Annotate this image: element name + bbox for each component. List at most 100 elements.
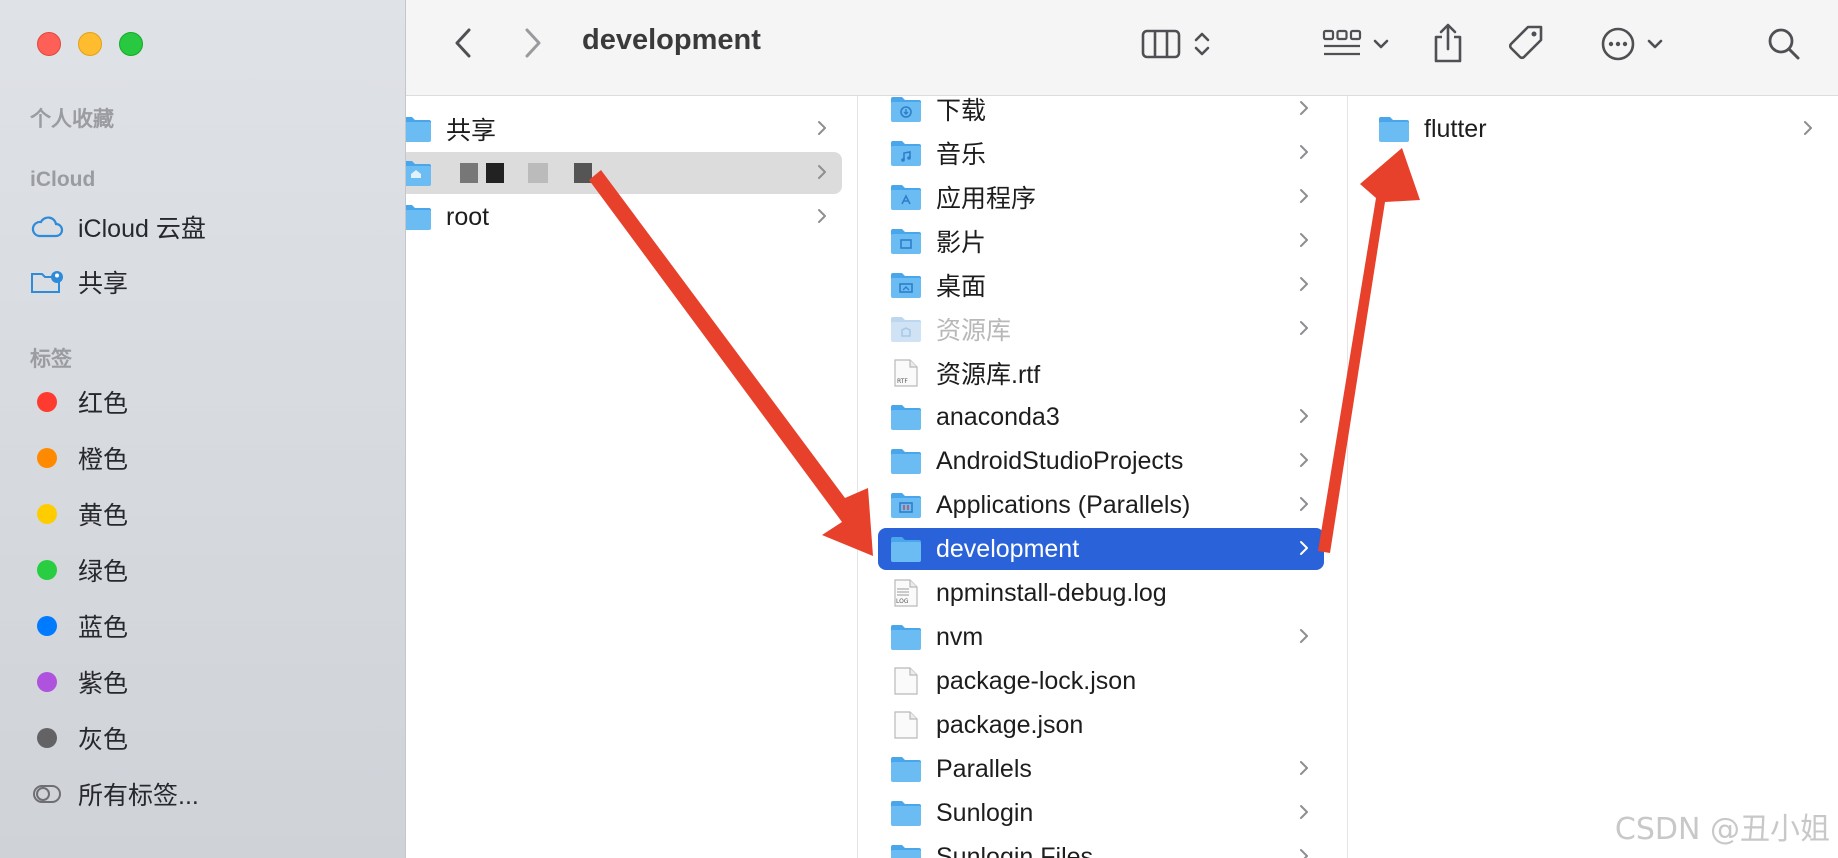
item-name: root xyxy=(446,202,490,231)
tag-color-dot-icon xyxy=(30,721,64,755)
chevron-right-icon xyxy=(1300,145,1308,159)
sidebar-tag-item[interactable]: 红色 xyxy=(30,380,370,424)
file-row[interactable]: LOG npminstall-debug.log xyxy=(878,572,1324,614)
tag-button[interactable] xyxy=(1504,20,1548,66)
zoom-window-button[interactable] xyxy=(119,32,143,56)
chevron-right-icon xyxy=(1300,761,1308,775)
item-name: package.json xyxy=(936,710,1084,739)
sidebar-item-label: 黄色 xyxy=(78,502,129,530)
item-name: nvm xyxy=(936,622,984,651)
folder-icon xyxy=(890,183,936,211)
folder-row[interactable]: Sunlogin Files xyxy=(878,836,1324,858)
sidebar-item-label: 紫色 xyxy=(78,670,129,698)
file-row[interactable]: package-lock.json xyxy=(878,660,1324,702)
folder-row[interactable]: AndroidStudioProjects xyxy=(878,440,1324,482)
sidebar-tag-item[interactable]: 灰色 xyxy=(30,716,370,760)
sidebar-item-label: 所有标签... xyxy=(78,782,199,810)
icloud-drive-icon xyxy=(30,210,64,244)
file-row[interactable]: package.json xyxy=(878,704,1324,746)
toolbar: development xyxy=(406,0,1838,96)
chevron-right-icon xyxy=(1300,233,1308,247)
folder-row[interactable]: 影片 xyxy=(878,220,1324,262)
folder-row[interactable]: anaconda3 xyxy=(878,396,1324,438)
folder-row[interactable]: Sunlogin xyxy=(878,792,1324,834)
chevron-right-icon xyxy=(1300,849,1308,858)
sidebar-section-favorites: 个人收藏 xyxy=(30,108,114,131)
item-name: 应用程序 xyxy=(936,185,1037,213)
group-button[interactable] xyxy=(1316,22,1396,66)
chevron-right-icon xyxy=(1300,453,1308,467)
browser-column-3: flutter xyxy=(1348,96,1838,858)
folder-row[interactable]: 应用程序 xyxy=(878,176,1324,218)
folder-row[interactable]: 资源库 xyxy=(878,308,1324,350)
ellipsis-circle-icon xyxy=(1601,27,1635,61)
document-icon: LOG xyxy=(890,578,936,608)
folder-icon xyxy=(890,403,936,431)
minimize-window-button[interactable] xyxy=(78,32,102,56)
watermark: CSDN @丑小姐 xyxy=(1614,812,1830,847)
share-button[interactable] xyxy=(1426,18,1470,68)
chevron-right-icon xyxy=(525,28,541,58)
sidebar-tag-item[interactable]: 橙色 xyxy=(30,436,370,480)
redacted-name xyxy=(460,163,592,183)
more-actions-button[interactable] xyxy=(1592,22,1672,66)
sidebar-item-label: 共享 xyxy=(78,270,129,298)
item-name: anaconda3 xyxy=(936,402,1060,431)
chevron-right-icon xyxy=(818,165,826,179)
folder-row[interactable]: Parallels xyxy=(878,748,1324,790)
folder-icon xyxy=(890,623,936,651)
sidebar-item-label: 绿色 xyxy=(78,558,129,586)
window-title: development xyxy=(582,24,761,56)
folder-row[interactable]: 下载 xyxy=(878,96,1324,130)
folder-row[interactable]: development xyxy=(878,528,1324,570)
folder-row[interactable] xyxy=(406,152,842,194)
chevron-down-icon xyxy=(1373,39,1389,49)
sidebar: 个人收藏 iCloud iCloud 云盘 共享 标签 红色 橙色 黄色 绿色 蓝色 紫色… xyxy=(0,0,406,858)
item-name: npminstall-debug.log xyxy=(936,578,1167,607)
sidebar-tag-item[interactable]: 紫色 xyxy=(30,660,370,704)
close-window-button[interactable] xyxy=(37,32,61,56)
group-grid-icon xyxy=(1322,29,1362,56)
tag-color-dot-icon xyxy=(30,497,64,531)
share-icon xyxy=(1434,23,1462,63)
folder-row[interactable]: 桌面 xyxy=(878,264,1324,306)
sidebar-tag-item[interactable]: 黄色 xyxy=(30,492,370,536)
file-row[interactable]: RTF 资源库.rtf xyxy=(878,352,1324,394)
chevron-left-icon xyxy=(455,28,471,58)
chevron-right-icon xyxy=(818,121,826,135)
item-name: 音乐 xyxy=(936,141,987,169)
chevron-right-icon xyxy=(1300,497,1308,511)
folder-row[interactable]: nvm xyxy=(878,616,1324,658)
item-name: Sunlogin Files xyxy=(936,842,1094,858)
sidebar-tag-item[interactable]: 绿色 xyxy=(30,548,370,592)
forward-button[interactable] xyxy=(518,26,548,60)
chevron-right-icon xyxy=(1300,189,1308,203)
folder-row[interactable]: 共享 xyxy=(406,108,842,150)
search-icon xyxy=(1768,28,1800,60)
all-tags-icon xyxy=(30,777,64,811)
sidebar-tag-item[interactable]: 蓝色 xyxy=(30,604,370,648)
sidebar-item-shared[interactable]: 共享 xyxy=(30,260,370,304)
folder-icon xyxy=(890,755,936,783)
back-button[interactable] xyxy=(448,26,478,60)
chevron-right-icon xyxy=(1300,277,1308,291)
tag-color-dot-icon xyxy=(30,385,64,419)
search-button[interactable] xyxy=(1762,22,1806,66)
view-mode-button[interactable] xyxy=(1136,22,1216,66)
tag-color-dot-icon xyxy=(30,609,64,643)
document-icon xyxy=(890,666,936,696)
chevron-down-icon xyxy=(1647,39,1663,49)
chevron-right-icon xyxy=(818,209,826,223)
folder-row[interactable]: Applications (Parallels) xyxy=(878,484,1324,526)
folder-row[interactable]: flutter xyxy=(1372,108,1828,150)
folder-row[interactable]: root xyxy=(406,196,842,238)
item-name: Sunlogin xyxy=(936,798,1034,827)
tag-icon xyxy=(1508,25,1543,60)
sidebar-item-label: 灰色 xyxy=(78,726,129,754)
folder-row[interactable]: 音乐 xyxy=(878,132,1324,174)
folder-icon xyxy=(406,115,446,143)
sidebar-item-icloud-drive[interactable]: iCloud 云盘 xyxy=(30,205,370,249)
sidebar-item-all-tags[interactable]: 所有标签... xyxy=(30,772,370,816)
chevron-right-icon xyxy=(1804,121,1812,135)
tag-color-dot-icon xyxy=(30,441,64,475)
